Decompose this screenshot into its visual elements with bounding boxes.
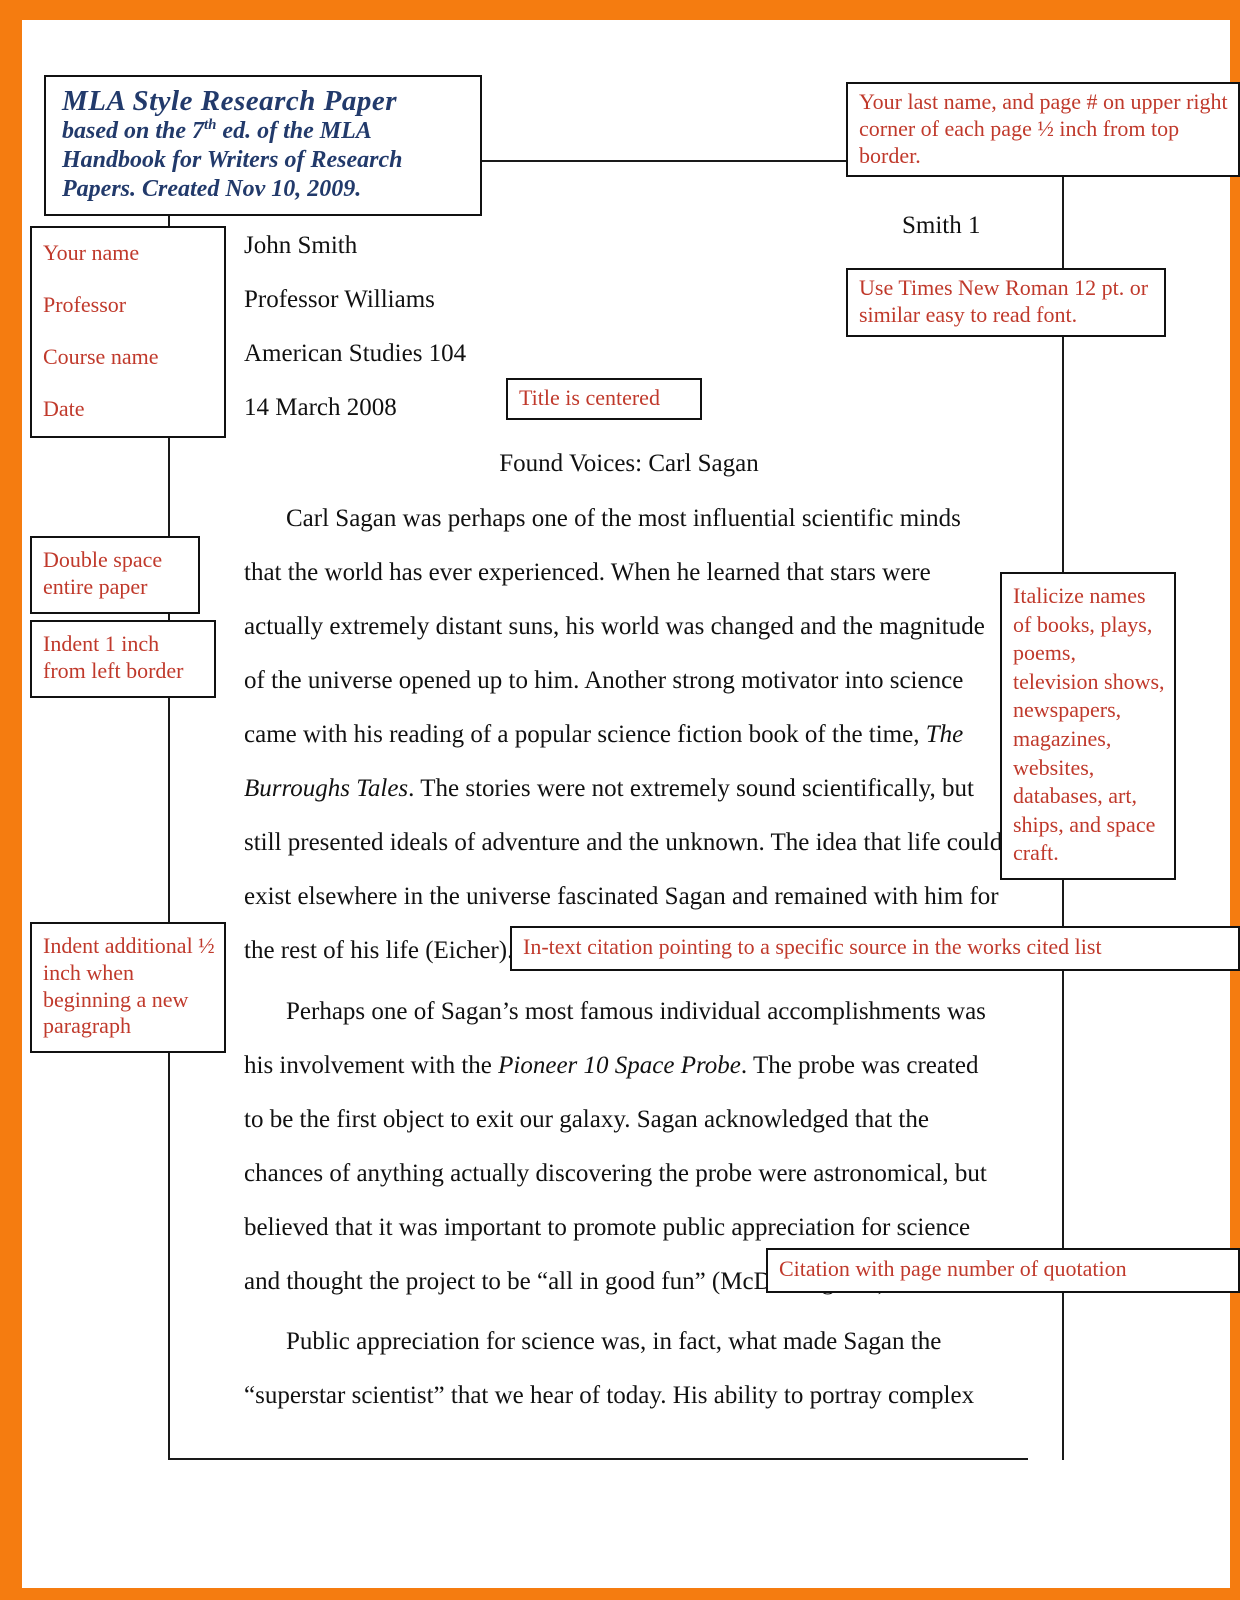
annotation-header-page-number: Your last name, and page # on upper righ… bbox=[846, 82, 1240, 178]
orange-border-frame: MLA Style Research Paper based on the 7t… bbox=[0, 0, 1240, 1600]
paper-running-head: Smith 1 bbox=[902, 212, 981, 239]
annotation-heading-line-3: Course name bbox=[43, 343, 159, 369]
annotation-font-rule: Use Times New Roman 12 pt. or similar ea… bbox=[846, 268, 1166, 337]
annotation-heading-line-4: Date bbox=[43, 395, 85, 421]
annotation-heading-line-1: Your name bbox=[43, 240, 140, 265]
annotation-citation-page-number: Citation with page number of quotation bbox=[766, 1248, 1240, 1293]
connector-title-to-header-annotation bbox=[480, 160, 846, 162]
annotation-indent-one-inch: Indent 1 inch from left border bbox=[30, 620, 216, 698]
guide-subtitle-line1: based on the 7th ed. of the MLA bbox=[62, 117, 372, 145]
paper-paragraph-3: Public appreciation for science was, in … bbox=[244, 1328, 975, 1409]
annotation-title-centered: Title is centered bbox=[506, 378, 702, 420]
paper-title: Found Voices: Carl Sagan bbox=[499, 450, 759, 477]
annotation-italicize-names: Italicize names of books, plays, poems, … bbox=[1000, 572, 1176, 880]
paper-paragraph-1: Carl Sagan was perhaps one of the most i… bbox=[244, 505, 1003, 964]
paper-student-name: John Smith bbox=[244, 232, 358, 259]
annotation-indent-half-inch: Indent additional ½ inch when beginning … bbox=[30, 922, 226, 1054]
paper-course: American Studies 104 bbox=[244, 340, 467, 367]
document-page: MLA Style Research Paper based on the 7t… bbox=[22, 20, 1240, 1588]
annotation-heading-line-2: Professor bbox=[43, 291, 127, 317]
paper-date: 14 March 2008 bbox=[244, 394, 397, 421]
annotation-double-space: Double space entire paper bbox=[30, 536, 200, 614]
italicized-title: The Burroughs Tales bbox=[244, 721, 964, 802]
italicized-title: Pioneer 10 Space Probe bbox=[498, 1052, 741, 1079]
annotation-in-text-citation: In-text citation pointing to a specific … bbox=[510, 926, 1240, 971]
guide-title: MLA Style Research Paper bbox=[62, 85, 398, 117]
paper-professor: Professor Williams bbox=[244, 286, 435, 313]
annotation-heading-block: Your name Professor Course name Date bbox=[30, 226, 226, 438]
guide-title-box: MLA Style Research Paper based on the 7t… bbox=[44, 75, 482, 216]
guide-subtitle-line2: Handbook for Writers of Research bbox=[62, 147, 403, 174]
page-bottom-margin-line bbox=[168, 1458, 1028, 1460]
guide-subtitle-line3: Papers. Created Nov 10, 2009. bbox=[62, 176, 362, 203]
